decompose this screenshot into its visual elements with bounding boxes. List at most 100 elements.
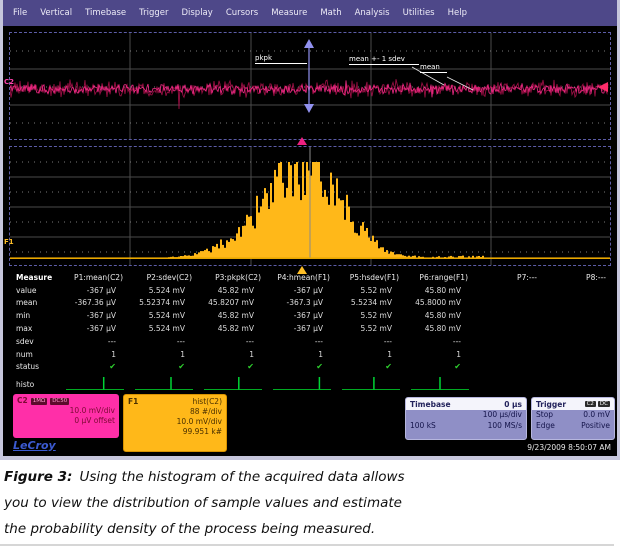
param-header-p6[interactable]: P6:range(F1) [404, 273, 473, 282]
row-label: num [3, 350, 59, 359]
histo-glyph-p3 [197, 376, 266, 392]
row-label: value [3, 286, 59, 295]
param-header-p3[interactable]: P3:pkpk(C2) [197, 273, 266, 282]
cell-num-p1: 1 [59, 350, 128, 359]
cell-mean-p3: 45.8207 mV [197, 298, 266, 307]
table-row: sdev------------------ [3, 335, 617, 348]
cell-max-p4: -367 µV [266, 324, 335, 333]
timebase-per-div: 100 µs/div [483, 410, 522, 421]
status-check-p4: ✔ [266, 362, 335, 371]
status-check-p6: ✔ [404, 362, 473, 371]
param-header-p7[interactable]: P7:--- [473, 273, 542, 282]
cell-num-p3: 1 [197, 350, 266, 359]
table-row: min-367 µV5.524 mV45.82 mV-367 µV5.52 mV… [3, 309, 617, 322]
cell-value-p3: 45.82 mV [197, 286, 266, 295]
c2-name: C2 [17, 396, 28, 406]
param-header-p8[interactable]: P8:--- [542, 273, 611, 282]
table-row: status✔✔✔✔✔✔ [3, 361, 617, 374]
cell-num-p2: 1 [128, 350, 197, 359]
c2-offset: 0 µV offset [17, 416, 115, 426]
channel-c2-trace-label: C2 [4, 78, 14, 86]
cell-max-p5: 5.52 mV [335, 324, 404, 333]
menu-item-trigger[interactable]: Trigger [139, 8, 168, 18]
cell-num-p5: 1 [335, 350, 404, 359]
menu-item-utilities[interactable]: Utilities [403, 8, 435, 18]
table-row: MeasureP1:mean(C2)P2:sdev(C2)P3:pkpk(C2)… [3, 271, 617, 284]
trigger-type: Edge [536, 421, 555, 432]
cell-value-p6: 45.80 mV [404, 286, 473, 295]
pkpk-annotation: pkpk [255, 54, 307, 64]
cell-value-p2: 5.524 mV [128, 286, 197, 295]
measure-table: MeasureP1:mean(C2)P2:sdev(C2)P3:pkpk(C2)… [3, 271, 617, 393]
cell-min-p3: 45.82 mV [197, 311, 266, 320]
cell-min-p4: -367 µV [266, 311, 335, 320]
status-check-p5: ✔ [335, 362, 404, 371]
status-check-p3: ✔ [197, 362, 266, 371]
menu-item-timebase[interactable]: Timebase [85, 8, 126, 18]
cell-sdev-p2: --- [128, 337, 197, 346]
cell-value-p1: -367 µV [59, 286, 128, 295]
menu-item-file[interactable]: File [13, 8, 27, 18]
table-row: num111111 [3, 348, 617, 361]
cell-sdev-p3: --- [197, 337, 266, 346]
scope-screen: C2 F1 pkpk mean +- 1 sdev mean MeasureP1… [3, 26, 617, 456]
screenshot-root: File Vertical Timebase Trigger Display Cursor… [0, 0, 620, 548]
table-row: max-367 µV5.524 mV45.82 mV-367 µV5.52 mV… [3, 322, 617, 335]
caption-line-1: Using the histogram of the acquired data… [79, 469, 404, 485]
param-header-p5[interactable]: P5:hsdev(F1) [335, 273, 404, 282]
cell-num-p4: 1 [266, 350, 335, 359]
timebase-samples: 100 kS [410, 421, 436, 432]
menu-item-measure[interactable]: Measure [271, 8, 307, 18]
row-label: max [3, 324, 59, 333]
menu-item-help[interactable]: Help [448, 8, 467, 18]
mean-sdev-annotation: mean +- 1 sdev [349, 55, 419, 65]
menu-item-math[interactable]: Math [320, 8, 341, 18]
trigger-coupling-badge: DC [598, 401, 610, 407]
f1-counts-per-div: 88 #/div [128, 407, 222, 417]
trigger-level: 0.0 mV [583, 410, 610, 421]
param-header-p1[interactable]: P1:mean(C2) [59, 273, 128, 282]
cell-mean-p2: 5.52374 mV [128, 298, 197, 307]
menu-item-display[interactable]: Display [181, 8, 212, 18]
oscilloscope-window: File Vertical Timebase Trigger Display Cursor… [0, 0, 620, 460]
trigger-source-badge: C2 [585, 401, 596, 407]
timebase-delay: 0 µs [504, 400, 522, 409]
timestamp: 9/23/2009 8:50:07 AM [527, 443, 611, 452]
cell-max-p6: 45.80 mV [404, 324, 473, 333]
histo-glyph-p4 [266, 376, 335, 392]
trace-f1-descriptor[interactable]: F1 hist(C2) 88 #/div 10.0 mV/div 99.951 … [123, 394, 227, 452]
caption-label: Figure 3: [4, 469, 72, 485]
cell-max-p2: 5.524 mV [128, 324, 197, 333]
row-label: min [3, 311, 59, 320]
trigger-box[interactable]: Trigger C2 DC Stop 0.0 mV Edge Positive [531, 397, 615, 440]
c2-coupling-badge-2: DC50 [50, 398, 69, 405]
trigger-mode: Stop [536, 410, 553, 421]
param-header-p2[interactable]: P2:sdev(C2) [128, 273, 197, 282]
row-label: mean [3, 298, 59, 307]
histogram-center-marker-icon [297, 137, 307, 145]
mean-annotation: mean [420, 63, 447, 73]
f1-function: hist(C2) [192, 397, 222, 407]
caption-line-2: you to view the distribution of sample v… [4, 495, 402, 511]
cell-mean-p1: -367.36 µV [59, 298, 128, 307]
waveform-panel [9, 32, 611, 140]
channel-c2-descriptor[interactable]: C2 1MΩ DC50 10.0 mV/div 0 µV offset [13, 394, 119, 438]
lecroy-logo: LeCroy [13, 439, 56, 452]
param-header-p4[interactable]: P4:hmean(F1) [266, 273, 335, 282]
cell-min-p2: 5.524 mV [128, 311, 197, 320]
menu-item-vertical[interactable]: Vertical [40, 8, 72, 18]
cell-value-p4: -367 µV [266, 286, 335, 295]
table-row: histo [3, 375, 617, 393]
f1-population: 99.951 k# [128, 427, 222, 437]
cell-mean-p6: 45.8000 mV [404, 298, 473, 307]
menu-bar: File Vertical Timebase Trigger Display Cursor… [3, 0, 617, 26]
caption-divider [0, 544, 614, 546]
cell-mean-p5: 5.5234 mV [335, 298, 404, 307]
cell-min-p5: 5.52 mV [335, 311, 404, 320]
trace-f1-label: F1 [4, 238, 14, 246]
timebase-box[interactable]: Timebase 0 µs 100 µs/div 100 kS 100 MS/s [405, 397, 527, 440]
table-row: mean-367.36 µV5.52374 mV45.8207 mV-367.3… [3, 297, 617, 310]
f1-volts-per-div: 10.0 mV/div [128, 417, 222, 427]
menu-item-cursors[interactable]: Cursors [226, 8, 258, 18]
menu-item-analysis[interactable]: Analysis [355, 8, 390, 18]
